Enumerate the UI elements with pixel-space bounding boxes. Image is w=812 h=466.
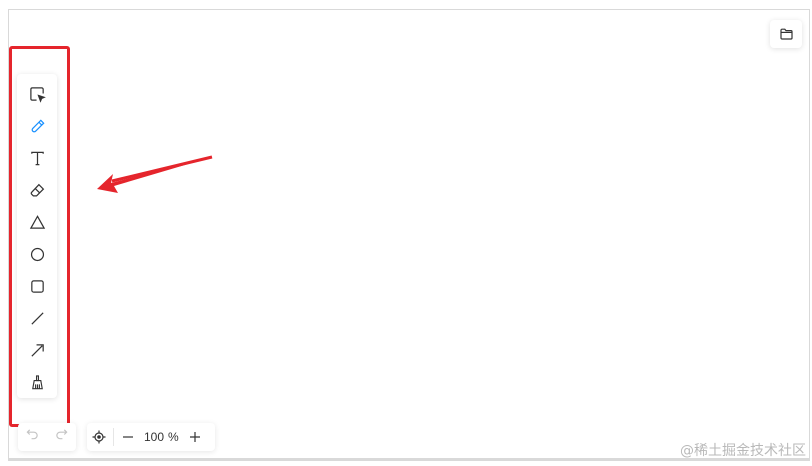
watermark-text: @稀土掘金技术社区 <box>680 443 806 459</box>
zoom-value-unit: % <box>168 430 179 444</box>
zoom-out-button[interactable] <box>116 423 140 451</box>
recenter-button[interactable] <box>87 423 111 451</box>
zoom-in-button[interactable] <box>183 423 207 451</box>
redo-button[interactable] <box>55 428 68 446</box>
minus-icon <box>123 436 133 438</box>
plus-icon <box>189 432 200 442</box>
redo-icon <box>56 429 68 440</box>
folder-icon <box>779 28 793 40</box>
zoom-divider <box>113 428 114 446</box>
history-controls <box>18 423 76 451</box>
zoom-controls: 100 % <box>87 423 215 451</box>
locate-icon <box>92 430 106 444</box>
zoom-level: 100 % <box>140 430 183 444</box>
file-button[interactable] <box>770 20 802 48</box>
undo-icon <box>26 429 38 440</box>
zoom-value-number: 100 <box>144 430 165 444</box>
annotation-arrow <box>97 155 213 193</box>
undo-button[interactable] <box>26 428 39 446</box>
